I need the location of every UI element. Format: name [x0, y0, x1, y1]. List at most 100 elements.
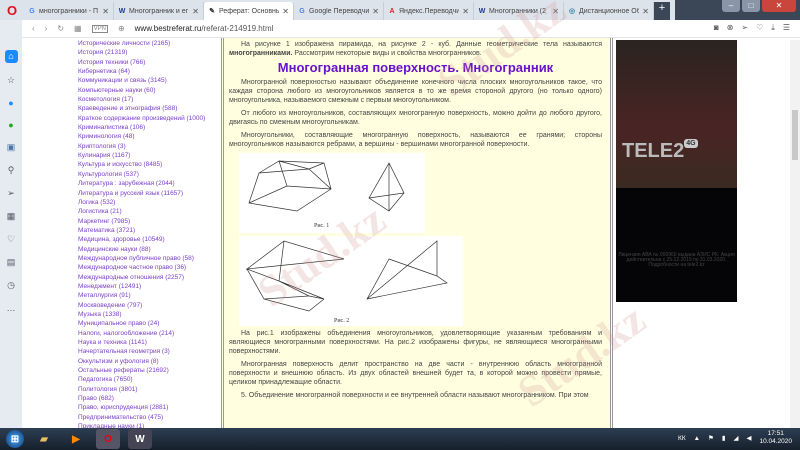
- category-link[interactable]: Международные отношения (2257): [78, 273, 220, 282]
- minimize-button[interactable]: –: [722, 0, 740, 12]
- heart-icon[interactable]: ♡: [756, 23, 763, 33]
- category-link[interactable]: Международное публичное право (58): [78, 254, 220, 263]
- send-icon[interactable]: ➢: [741, 23, 748, 33]
- category-link[interactable]: Коммуникации и связь (3145): [78, 76, 220, 85]
- more-icon[interactable]: …: [7, 303, 16, 313]
- category-link[interactable]: Налоги, налогообложение (214): [78, 329, 220, 338]
- category-link[interactable]: Криминология (48): [78, 132, 220, 141]
- category-link[interactable]: Компьютерные науки (60): [78, 86, 220, 95]
- category-link[interactable]: Культурология (537): [78, 170, 220, 179]
- close-tab-icon[interactable]: ✕: [102, 7, 109, 16]
- category-link[interactable]: Начертательная геометрия (3): [78, 347, 220, 356]
- category-link[interactable]: Муниципальное право (24): [78, 319, 220, 328]
- category-link[interactable]: Медицина, здоровье (10549): [78, 235, 220, 244]
- tab[interactable]: G Google Переводчи ✕: [294, 2, 384, 20]
- speed-dial-icon[interactable]: ▦: [74, 24, 82, 33]
- category-link[interactable]: Кулинария (1167): [78, 151, 220, 160]
- close-tab-icon[interactable]: ✕: [642, 7, 649, 16]
- scrollbar-thumb[interactable]: [792, 110, 798, 160]
- tab[interactable]: W Многогранники (2 ✕: [474, 2, 564, 20]
- media-player-icon[interactable]: ▶: [64, 429, 88, 449]
- download-icon[interactable]: ⤓: [771, 23, 775, 33]
- category-link[interactable]: Менеджмент (12491): [78, 282, 220, 291]
- category-link[interactable]: Косметология (17): [78, 95, 220, 104]
- start-button[interactable]: ⊞: [6, 430, 24, 448]
- category-link[interactable]: Международное частное право (36): [78, 263, 220, 272]
- category-link[interactable]: Математика (3721): [78, 226, 220, 235]
- back-icon[interactable]: ‹: [32, 24, 35, 33]
- close-tab-icon[interactable]: ✕: [462, 7, 469, 16]
- vk-icon[interactable]: ▣: [7, 142, 16, 153]
- close-tab-icon[interactable]: ✕: [282, 7, 289, 16]
- category-link[interactable]: Педагогика (7650): [78, 375, 220, 384]
- category-link[interactable]: Москвоведение (797): [78, 301, 220, 310]
- tab[interactable]: ◎ Дистанционное Об ✕: [564, 2, 654, 20]
- category-link[interactable]: Предпринимательство (475): [78, 413, 220, 422]
- opera-taskbar-icon[interactable]: O: [96, 429, 120, 449]
- messenger-icon[interactable]: ●: [8, 98, 13, 108]
- category-link[interactable]: История (21319): [78, 48, 220, 57]
- category-link[interactable]: Логистика (21): [78, 207, 220, 216]
- page-scrollbar[interactable]: [790, 40, 800, 428]
- tab[interactable]: W Многогранник и ег ✕: [114, 2, 204, 20]
- settings-icon[interactable]: ☰: [783, 23, 790, 33]
- whatsapp-icon[interactable]: ●: [8, 120, 13, 130]
- camera-icon[interactable]: ◙: [714, 23, 719, 33]
- category-link[interactable]: Логика (532): [78, 198, 220, 207]
- category-link[interactable]: Литература : зарубежная (2044): [78, 179, 220, 188]
- category-link[interactable]: Металлургия (91): [78, 291, 220, 300]
- signal-icon[interactable]: ◢: [733, 434, 738, 442]
- volume-icon[interactable]: ◀: [746, 434, 751, 442]
- category-link[interactable]: Медицинские науки (88): [78, 245, 220, 254]
- opera-sidebar: ⌂ ☆ ● ● ▣ ⚲ ➢ ▦ ♡ ▤ ◷ …: [0, 20, 22, 428]
- category-link[interactable]: Краткое содержание произведений (1000): [78, 114, 220, 123]
- explorer-icon[interactable]: ▰: [32, 429, 56, 449]
- category-link[interactable]: Остальные рефераты (21692): [78, 366, 220, 375]
- heart-icon[interactable]: ♡: [7, 234, 15, 245]
- close-tab-icon[interactable]: ✕: [552, 7, 559, 16]
- home-icon[interactable]: ⌂: [4, 50, 18, 63]
- category-link[interactable]: Кибернетика (64): [78, 67, 220, 76]
- close-window-button[interactable]: ✕: [762, 0, 796, 12]
- close-tab-icon[interactable]: ✕: [372, 7, 379, 16]
- network-icon[interactable]: ▮: [722, 434, 726, 442]
- flag-icon[interactable]: ⚑: [708, 434, 714, 442]
- category-link[interactable]: Политология (3801): [78, 385, 220, 394]
- category-link[interactable]: Краеведение и этнография (588): [78, 104, 220, 113]
- category-link[interactable]: Музыка (1338): [78, 310, 220, 319]
- star-icon[interactable]: ☆: [7, 75, 15, 86]
- category-link[interactable]: Криптология (3): [78, 142, 220, 151]
- language-indicator[interactable]: КК: [678, 435, 686, 442]
- tab[interactable]: A Яндекс.Переводчи ✕: [384, 2, 474, 20]
- news-icon[interactable]: ▤: [7, 257, 16, 268]
- category-link[interactable]: Право (682): [78, 394, 220, 403]
- reload-icon[interactable]: ↻: [57, 24, 64, 33]
- clock[interactable]: 17:51 10.04.2020: [759, 430, 792, 446]
- category-link[interactable]: Криминалистика (106): [78, 123, 220, 132]
- tab[interactable]: Gмногогранники - П ✕: [24, 2, 114, 20]
- close-tab-icon[interactable]: ✕: [192, 7, 199, 16]
- vpn-badge[interactable]: VPN: [91, 24, 108, 33]
- category-link[interactable]: Литература и русский язык (11657): [78, 189, 220, 198]
- tele2-advertisement[interactable]: TELE2 4G Лицензия АВА № 000960 выдана АЗИ…: [616, 40, 737, 302]
- forward-icon[interactable]: ›: [45, 24, 48, 33]
- category-link[interactable]: Культура и искусство (8485): [78, 160, 220, 169]
- category-link[interactable]: Право, юриспруденция (2881): [78, 403, 220, 412]
- adblock-icon[interactable]: ⊗: [727, 23, 734, 33]
- category-link[interactable]: Оккультизм и уфология (8): [78, 357, 220, 366]
- maximize-button[interactable]: □: [742, 0, 760, 12]
- url-input[interactable]: www.bestreferat.ru/referat-214919.html: [135, 24, 274, 33]
- search-icon[interactable]: ⚲: [8, 165, 15, 176]
- word-taskbar-icon[interactable]: W: [128, 429, 152, 449]
- send-icon[interactable]: ➢: [7, 188, 15, 199]
- category-link[interactable]: Наука и техника (1141): [78, 338, 220, 347]
- category-link[interactable]: Исторические личности (2165): [78, 39, 220, 48]
- category-link[interactable]: История техники (766): [78, 58, 220, 67]
- new-tab-button[interactable]: +: [654, 2, 670, 20]
- history-icon[interactable]: ◷: [7, 280, 15, 291]
- tab[interactable]: ✎ Реферат: Основные ✕: [204, 2, 294, 20]
- category-link[interactable]: Маркетинг (7985): [78, 217, 220, 226]
- tray-arrow-icon[interactable]: ▲: [694, 435, 700, 442]
- extensions-icon[interactable]: ▦: [7, 211, 16, 222]
- opera-menu-icon[interactable]: O: [0, 0, 24, 20]
